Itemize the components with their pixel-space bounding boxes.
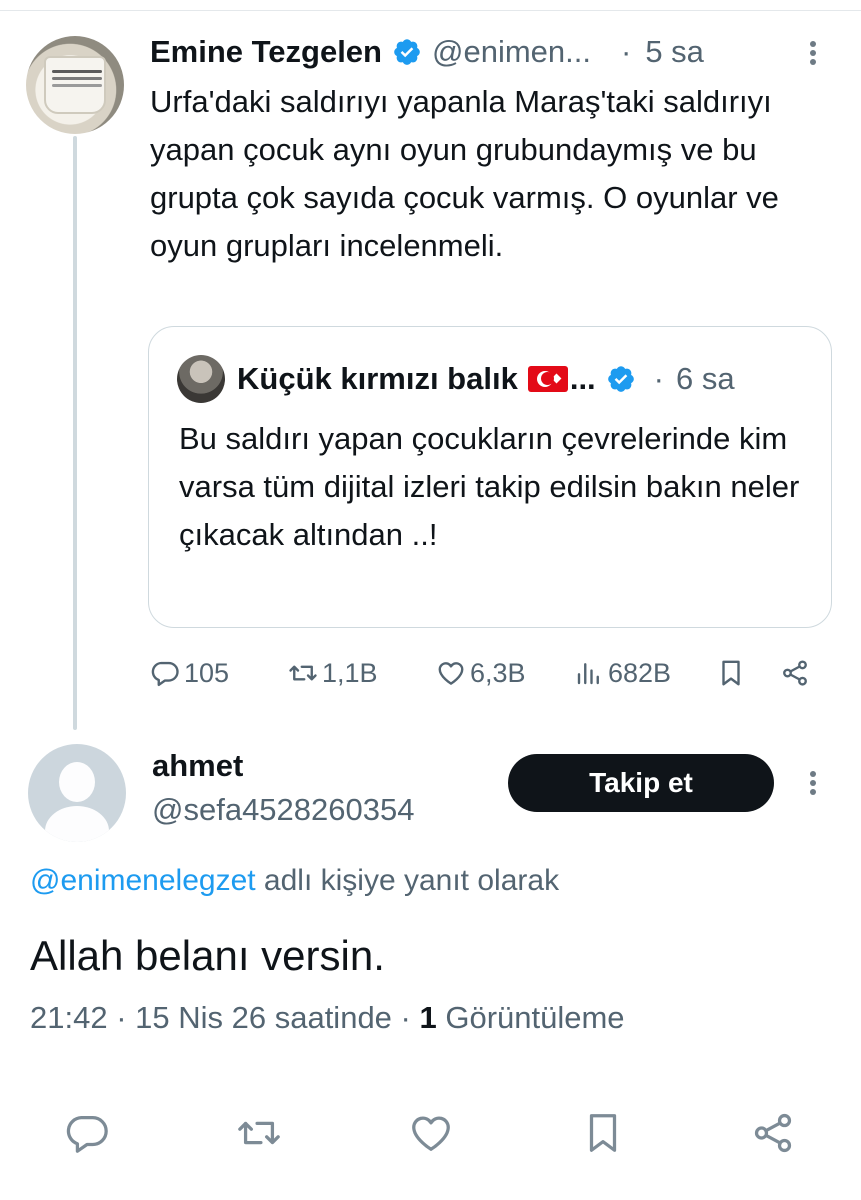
views-count: 682B (608, 657, 672, 688)
reply-icon[interactable] (64, 1110, 110, 1156)
repost-button[interactable]: 1,1B (288, 650, 378, 696)
top-divider (0, 10, 861, 11)
reply-count: 105 (184, 657, 230, 688)
bookmark-icon[interactable] (580, 1110, 626, 1156)
quoted-author-avatar (177, 355, 225, 403)
share-button[interactable] (780, 650, 810, 696)
views-icon (577, 663, 599, 685)
repost-icon[interactable] (236, 1110, 282, 1156)
parent-author-name[interactable]: Emine Tezgelen (150, 34, 382, 70)
reply-author-name[interactable]: ahmet (152, 748, 243, 784)
like-icon (438, 662, 464, 685)
quoted-tweet-text: Bu saldırı yapan çocukların çevrelerinde… (179, 421, 800, 552)
like-button[interactable]: 6,3B (436, 650, 526, 696)
reply-date[interactable]: 15 Nis 26 saatinde (135, 1000, 392, 1035)
reply-button[interactable]: 105 (150, 650, 229, 696)
reply-author-avatar[interactable] (28, 744, 126, 842)
reply-views-count: 1 (419, 1000, 437, 1035)
turkish-flag-emoji (527, 366, 568, 392)
parent-tweet-actions: 105 1,1B 6,3B 682B (150, 650, 830, 696)
share-icon[interactable] (750, 1110, 796, 1156)
replying-to-line: @enimenelegzet adlı kişiye yanıt olarak (30, 864, 559, 898)
views-button[interactable]: 682B (574, 650, 671, 696)
reply-actions-bar (0, 1106, 861, 1158)
reply-meta: 21:42 · 15 Nis 26 saatinde · 1 Görüntüle… (30, 1000, 625, 1036)
parent-more-icon[interactable] (808, 38, 818, 68)
parent-tweet-header: Emine Tezgelen @enimen... · 5 sa (150, 30, 704, 74)
mug-image (44, 56, 106, 114)
like-icon[interactable] (408, 1110, 454, 1156)
quoted-author-name: Küçük kırmızı balık (237, 361, 518, 396)
parent-tweet-text: Urfa'daki saldırıyı yapanla Maraş'taki s… (150, 84, 779, 263)
separator-dot: · (620, 34, 632, 69)
reply-text: Allah belanı versin. (30, 932, 385, 979)
verified-badge-icon (394, 39, 420, 65)
reply-to-suffix: adlı kişiye yanıt olarak (255, 864, 560, 897)
quoted-name-ellipsis: ... (569, 361, 596, 396)
repost-count: 1,1B (322, 657, 378, 688)
reply-to-mention[interactable]: @enimenelegzet (30, 864, 256, 897)
quoted-tweet-time: 6 sa (676, 361, 735, 396)
parent-avatar[interactable] (26, 36, 124, 134)
reply-icon (151, 661, 179, 687)
reply-more-icon[interactable] (808, 768, 818, 798)
verified-badge-icon (607, 366, 634, 392)
share-icon (783, 660, 807, 686)
follow-button[interactable]: Takip et (508, 754, 774, 812)
bookmark-button[interactable] (716, 650, 746, 696)
separator-dot: · (107, 1000, 136, 1035)
quoted-tweet-header: Küçük kırmızı balık ... · 6 sa (237, 357, 735, 401)
parent-tweet-time[interactable]: 5 sa (645, 34, 704, 70)
separator-dot: · (653, 361, 664, 396)
repost-icon (289, 665, 317, 681)
like-count: 6,3B (470, 657, 526, 688)
separator-dot: · (391, 1000, 420, 1035)
reply-views-label: Görüntüleme (436, 1000, 625, 1035)
parent-author-handle[interactable]: @enimen... (432, 34, 591, 70)
quoted-tweet[interactable]: Küçük kırmızı balık ... · 6 sa Bu saldır… (148, 326, 832, 628)
reply-time[interactable]: 21:42 (30, 1000, 108, 1035)
bookmark-icon (722, 660, 740, 686)
reply-author-handle[interactable]: @sefa4528260354 (152, 792, 414, 828)
thread-line (73, 136, 77, 730)
